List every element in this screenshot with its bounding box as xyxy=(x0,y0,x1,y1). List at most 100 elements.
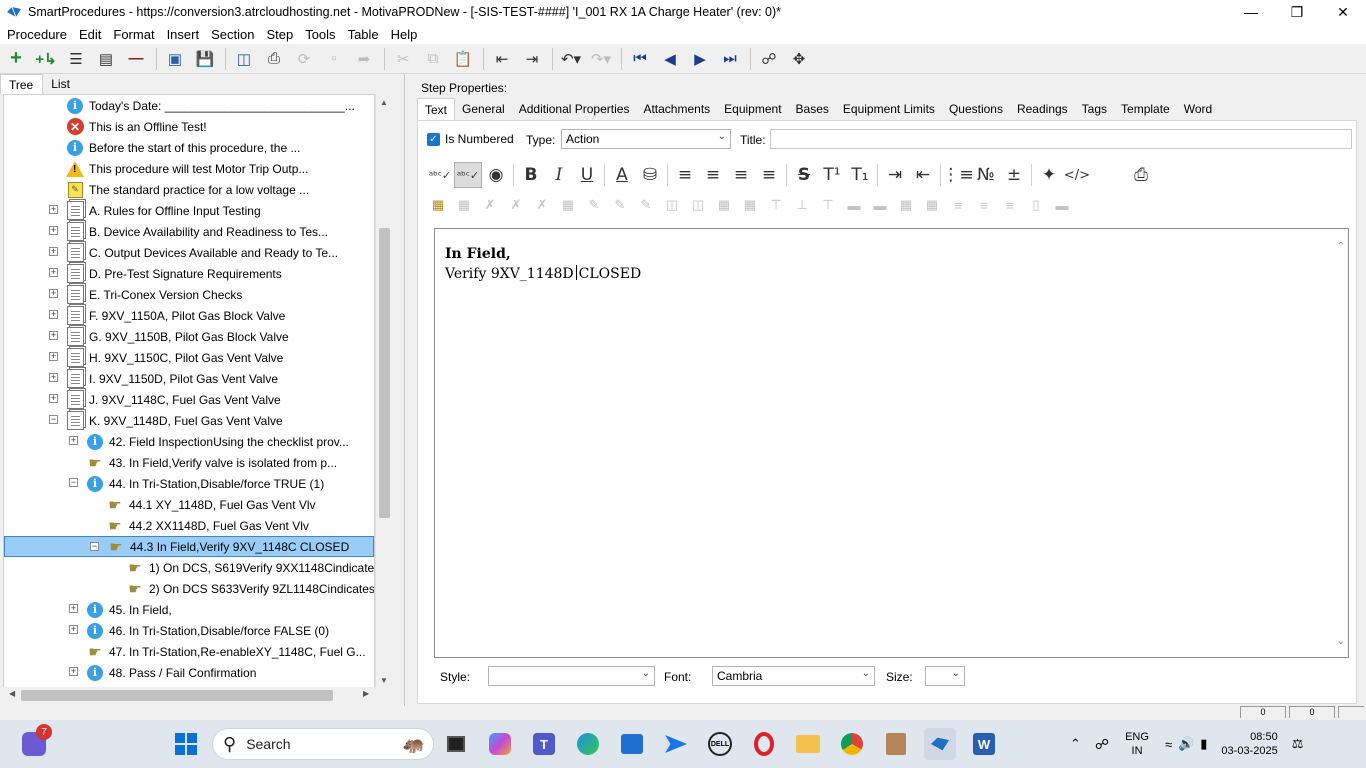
taskbar-search[interactable]: ⚲ Search 🦛 xyxy=(212,728,434,760)
is-numbered-checkbox[interactable]: ✓ Is Numbered xyxy=(427,132,514,146)
language-indicator[interactable]: ENG IN xyxy=(1125,730,1149,758)
editor-scroll-down-icon[interactable]: ⌄ xyxy=(1337,636,1345,647)
bullet-list-icon[interactable]: ⋮≡ xyxy=(942,162,973,188)
tree-item[interactable]: ☛ 43. In Field,Verify valve is isolated f… xyxy=(86,452,337,473)
table-col2-icon[interactable]: ◫ xyxy=(686,194,710,216)
menu-help[interactable]: Help xyxy=(387,27,422,42)
wifi-icon[interactable]: ≈ xyxy=(1165,737,1172,752)
list-icon[interactable]: ☰ xyxy=(64,47,88,71)
step-text-editor[interactable]: In Field, Verify 9XV_1148D CLOSED ⌃ ⌄ xyxy=(434,228,1349,658)
tree-item[interactable]: ✕ This is an Offline Test! xyxy=(66,116,207,137)
menu-procedure[interactable]: Procedure xyxy=(3,27,71,42)
auto-spellcheck-icon[interactable]: ᵃᵇᶜ✓ xyxy=(454,162,482,188)
app-arrow-icon[interactable] xyxy=(660,728,692,760)
table-merge-icon[interactable]: ▦ xyxy=(712,194,736,216)
tab-tags[interactable]: Tags xyxy=(1075,98,1114,120)
magic-wand-icon[interactable]: ✦ xyxy=(1035,162,1063,188)
expand-icon[interactable]: + xyxy=(69,604,78,613)
tree-item[interactable]: + i 46. In Tri-Station,Disable/force FALSE… xyxy=(69,620,329,641)
indent-right-icon[interactable]: ⇥ xyxy=(881,162,909,188)
copy-icon[interactable]: ⧉ xyxy=(421,47,445,71)
table-split-icon[interactable]: ▦ xyxy=(738,194,762,216)
cell-align-center-icon[interactable]: ≡ xyxy=(972,194,996,216)
superscript-icon[interactable]: T¹ xyxy=(818,162,846,188)
indent-left-icon[interactable]: ⇤ xyxy=(909,162,937,188)
add-icon[interactable]: + xyxy=(4,47,28,71)
tree-item[interactable]: + D. Pre-Test Signature Requirements xyxy=(49,263,282,284)
scroll-up-icon[interactable]: ▲ xyxy=(380,98,388,107)
insert-table-icon[interactable]: ▦ xyxy=(426,194,450,216)
tree-item[interactable]: + J. 9XV_1148C, Fuel Gas Vent Valve xyxy=(49,389,281,410)
chrome-icon[interactable] xyxy=(836,728,868,760)
insert-line-icon[interactable]: ± xyxy=(1000,162,1028,188)
notification-app-icon[interactable]: 7 xyxy=(18,724,52,760)
row-above-icon[interactable]: ⊤ xyxy=(764,194,788,216)
tree-item[interactable]: + I. 9XV_1150D, Pilot Gas Vent Valve xyxy=(49,368,278,389)
spellcheck-icon[interactable]: ☍ xyxy=(757,47,781,71)
list-edit-icon[interactable]: ▤ xyxy=(94,47,118,71)
cell-merge-icon[interactable]: ▬ xyxy=(842,194,866,216)
undo-icon[interactable]: ↶▾ xyxy=(559,47,583,71)
menu-tools[interactable]: Tools xyxy=(301,27,339,42)
scroll-thumb[interactable] xyxy=(379,228,390,518)
justify-icon[interactable]: ≡ xyxy=(755,162,783,188)
collapse-icon[interactable]: − xyxy=(69,478,78,487)
collapse-icon[interactable]: − xyxy=(90,542,99,551)
tab-general[interactable]: General xyxy=(455,98,512,120)
tab-attachments[interactable]: Attachments xyxy=(636,98,717,120)
paste-icon[interactable]: 📋 xyxy=(451,47,475,71)
menu-insert[interactable]: Insert xyxy=(163,27,204,42)
tab-questions[interactable]: Questions xyxy=(942,98,1010,120)
tree-item[interactable]: + E. Tri-Conex Version Checks xyxy=(49,284,242,305)
redo-dropdown-icon[interactable]: ↷▾ xyxy=(589,47,613,71)
expand-icon[interactable]: + xyxy=(49,352,58,361)
table-col-icon[interactable]: ◫ xyxy=(660,194,684,216)
expand-icon[interactable]: + xyxy=(49,205,58,214)
tree-item[interactable]: + C. Output Devices Available and Ready t… xyxy=(49,242,338,263)
palette-icon[interactable]: ◉ xyxy=(482,162,510,188)
chevron-up-icon[interactable]: ⌃ xyxy=(1070,736,1081,752)
align-left-icon[interactable]: ≡ xyxy=(671,162,699,188)
close-button[interactable]: ✕ xyxy=(1320,0,1366,24)
tab-tree[interactable]: Tree xyxy=(0,74,44,94)
store-icon[interactable] xyxy=(616,728,648,760)
editor-scroll-up-icon[interactable]: ⌃ xyxy=(1337,241,1345,252)
save-icon[interactable]: 💾 xyxy=(193,47,217,71)
next-icon[interactable]: ▶ xyxy=(688,47,712,71)
menu-edit[interactable]: Edit xyxy=(75,27,105,42)
task-view-icon[interactable] xyxy=(440,728,472,760)
table-delete-col-icon[interactable]: ✗ xyxy=(504,194,528,216)
copilot-icon[interactable] xyxy=(484,728,516,760)
tree-item[interactable]: + G. 9XV_1150B, Pilot Gas Block Valve xyxy=(49,326,289,347)
menu-format[interactable]: Format xyxy=(109,27,158,42)
menu-table[interactable]: Table xyxy=(344,27,383,42)
table-edit-icon[interactable]: ✎ xyxy=(582,194,606,216)
highlight-icon[interactable]: ⛁ xyxy=(636,162,664,188)
tree-item[interactable]: + F. 9XV_1150A, Pilot Gas Block Valve xyxy=(49,305,285,326)
print-icon[interactable]: ⎙ xyxy=(262,47,286,71)
tree-item[interactable]: i Before the start of this procedure, the… xyxy=(66,137,300,158)
scroll-right-icon[interactable]: ▶ xyxy=(363,689,369,698)
table-pencil-icon[interactable]: ✎ xyxy=(608,194,632,216)
tree-item[interactable]: ☛ 47. In Tri-Station,Re-enableXY_1148C, F… xyxy=(86,641,365,662)
tree-vertical-scrollbar[interactable]: ▲ ▼ xyxy=(375,94,392,689)
tab-list[interactable]: List xyxy=(43,74,79,94)
cut-icon[interactable]: ✂ xyxy=(391,47,415,71)
start-icon[interactable] xyxy=(170,728,202,760)
tree-item[interactable]: + i 48. Pass / Fail Confirmation xyxy=(69,662,256,683)
scroll-left-icon[interactable]: ◀ xyxy=(9,689,15,698)
indent-icon[interactable]: ⇥ xyxy=(520,47,544,71)
table-delete-icon[interactable]: ✗ xyxy=(478,194,502,216)
print-preview-icon[interactable]: ⎙ xyxy=(1127,162,1155,188)
menu-section[interactable]: Section xyxy=(207,27,258,42)
tree-item[interactable]: ☛ 2) On DCS S633Verify 9ZL1148Cindicates.… xyxy=(126,578,374,599)
table-erase-icon[interactable]: ✎ xyxy=(634,194,658,216)
row-below-icon[interactable]: ⊥ xyxy=(790,194,814,216)
table-border2-icon[interactable]: ▦ xyxy=(920,194,944,216)
move-icon[interactable]: ✥ xyxy=(787,47,811,71)
word-icon[interactable]: W xyxy=(968,728,1000,760)
tree-item[interactable]: − i 44. In Tri-Station,Disable/force TRUE … xyxy=(69,473,324,494)
tree-item[interactable]: ☛ 44.2 XX1148D, Fuel Gas Vent Vlv xyxy=(106,515,309,536)
tree-item[interactable]: ☛ 1) On DCS, S619Verify 9XX1148Cindicates… xyxy=(126,557,374,578)
subscript-icon[interactable]: T₁ xyxy=(846,162,874,188)
